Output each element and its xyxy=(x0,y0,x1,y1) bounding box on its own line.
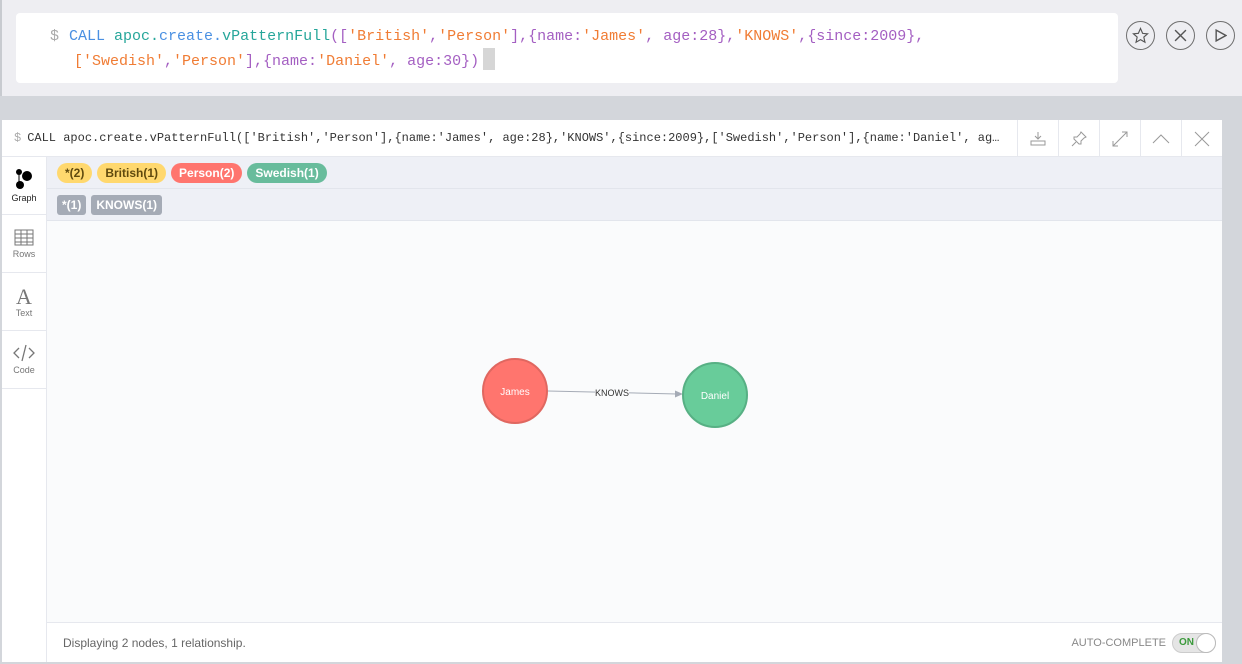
tab-label: Code xyxy=(13,365,35,375)
tab-label: Rows xyxy=(12,248,36,259)
editor-bar: $ CALL apoc.create.vPatternFull(['British… xyxy=(0,0,1242,96)
relationship-types-row: *(1) KNOWS(1) xyxy=(47,189,1222,221)
query-line-2: ['Swedish','Person'],{name:'Daniel', age… xyxy=(74,53,479,70)
code-token: 'KNOWS' xyxy=(735,28,799,45)
status-text: Displaying 2 nodes, 1 relationship. xyxy=(63,635,246,650)
chevron-up-icon xyxy=(1152,133,1170,143)
tab-rows[interactable]: Rows xyxy=(2,215,46,273)
node-label-pill[interactable]: British(1) xyxy=(97,162,167,183)
graph-view: *(2) British(1) Person(2) Swedish(1) *(1) KN… xyxy=(47,157,1222,662)
autocomplete-toggle[interactable]: ON xyxy=(1172,633,1216,653)
frame-header: $ CALL apoc.create.vPatternFull(['Britis… xyxy=(2,120,1222,157)
code-token: ([ xyxy=(330,28,349,45)
pin-icon xyxy=(1071,130,1087,146)
code-token: 'Person' xyxy=(173,53,246,70)
autocomplete-label: AUTO-COMPLETE xyxy=(1071,637,1166,649)
graph-icon xyxy=(16,169,32,189)
tab-text[interactable]: A Text xyxy=(2,273,46,331)
toggle-state: ON xyxy=(1179,637,1194,648)
text-cursor xyxy=(483,48,496,70)
code-token: ['Swedish' xyxy=(74,53,165,70)
code-token: vPatternFull xyxy=(222,28,331,45)
node-caption: James xyxy=(500,387,529,398)
star-icon xyxy=(1132,27,1149,44)
node-caption: Daniel xyxy=(701,391,729,402)
prompt: $ xyxy=(14,131,22,145)
tab-label: Text xyxy=(15,307,33,318)
relationship-type-pill[interactable]: KNOWS(1) xyxy=(91,194,163,215)
code-token: 'James' xyxy=(582,28,646,45)
expand-icon xyxy=(1112,131,1128,146)
frame-query[interactable]: CALL apoc.create.vPatternFull(['British'… xyxy=(27,131,999,145)
code-token: 'British' xyxy=(348,28,430,45)
download-button[interactable] xyxy=(1017,120,1058,157)
collapse-button[interactable] xyxy=(1140,120,1181,157)
code-token: 'Person' xyxy=(438,28,511,45)
play-icon xyxy=(1215,29,1227,42)
prompt: $ xyxy=(50,28,60,45)
relationship-type-pill[interactable]: *(1) xyxy=(57,194,87,215)
tab-graph[interactable]: Graph xyxy=(2,157,46,215)
close-frame-button[interactable] xyxy=(1181,120,1222,157)
close-icon xyxy=(1194,131,1210,146)
code-token: , xyxy=(429,28,439,45)
code-icon xyxy=(13,344,35,362)
view-sidebar: Graph Rows A Text Code xyxy=(2,157,47,662)
code-token: ,{since:2009}, xyxy=(798,28,925,45)
node-label-pill[interactable]: *(2) xyxy=(57,162,93,183)
result-frame: $ CALL apoc.create.vPatternFull(['Britis… xyxy=(2,120,1222,662)
code-token: 'Daniel' xyxy=(317,53,390,70)
status-bar: Displaying 2 nodes, 1 relationship. AUTO… xyxy=(47,622,1222,662)
node-label-pill[interactable]: Swedish(1) xyxy=(247,162,327,183)
code-token: ],{name: xyxy=(245,53,318,70)
tab-code[interactable]: Code xyxy=(2,331,46,389)
code-token: , age:28}, xyxy=(645,28,736,45)
close-icon xyxy=(1174,29,1187,42)
text-icon: A xyxy=(16,283,32,309)
node-label-pill[interactable]: Person(2) xyxy=(171,162,243,183)
run-button[interactable] xyxy=(1206,21,1235,50)
query-line-1: CALL apoc.create.vPatternFull(['British'… xyxy=(69,28,924,45)
tab-label: Graph xyxy=(11,193,37,203)
arrow-head xyxy=(675,390,683,398)
code-token: , age:30}) xyxy=(389,53,480,70)
clear-button[interactable] xyxy=(1166,21,1195,50)
fullscreen-button[interactable] xyxy=(1099,120,1140,157)
pin-button[interactable] xyxy=(1058,120,1099,157)
relationship-label: KNOWS xyxy=(595,388,629,398)
favorite-button[interactable] xyxy=(1126,21,1155,50)
code-token: apoc. xyxy=(114,28,160,45)
toggle-knob xyxy=(1196,633,1216,653)
graph-canvas[interactable]: KNOWS James Daniel xyxy=(47,221,1222,622)
code-token: ],{name: xyxy=(510,28,583,45)
code-token: create. xyxy=(159,28,223,45)
node-labels-row: *(2) British(1) Person(2) Swedish(1) xyxy=(47,157,1222,189)
table-icon xyxy=(14,229,34,245)
code-token: CALL xyxy=(69,28,115,45)
download-icon xyxy=(1030,131,1046,145)
code-token: , xyxy=(164,53,174,70)
query-editor[interactable]: $ CALL apoc.create.vPatternFull(['British… xyxy=(16,13,1118,83)
